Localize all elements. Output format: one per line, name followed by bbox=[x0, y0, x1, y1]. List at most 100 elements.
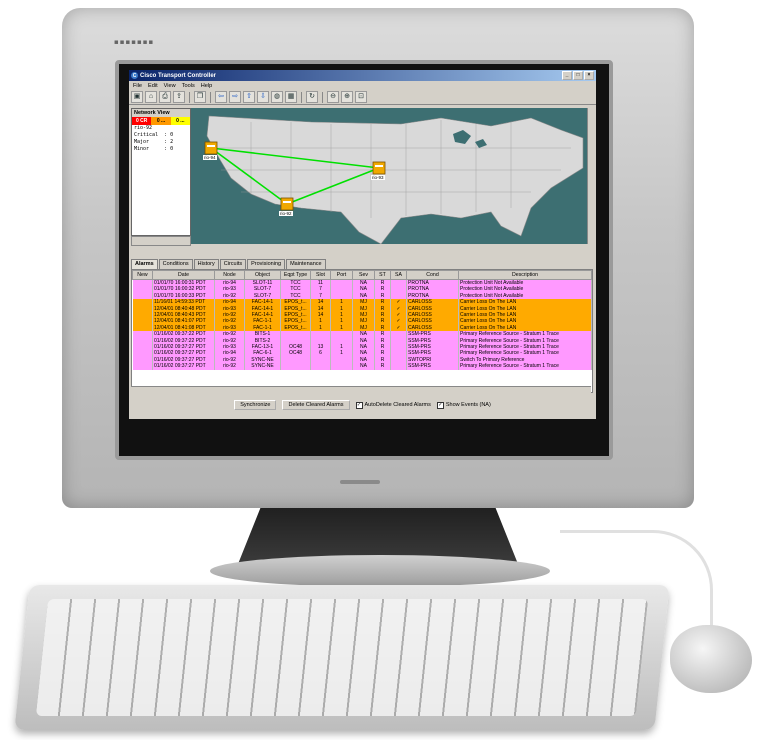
node-rio-93-icon[interactable] bbox=[372, 161, 386, 175]
lock-icon[interactable]: ⌂ bbox=[145, 91, 157, 103]
network-map[interactable]: rio-94 rio-93 rio-92 bbox=[191, 108, 587, 244]
toolbar-separator bbox=[189, 91, 190, 103]
grid-icon[interactable]: ▦ bbox=[285, 91, 297, 103]
node-label-rio-92: rio-92 bbox=[279, 211, 293, 216]
show-events-label: Show Events (NA) bbox=[445, 402, 491, 408]
column-header-eqpt-type[interactable]: Eqpt Type bbox=[280, 270, 311, 280]
minimize-button[interactable]: _ bbox=[562, 71, 572, 80]
tab-circuits[interactable]: Circuits bbox=[219, 259, 247, 269]
up-arrow-icon[interactable]: ⇧ bbox=[243, 91, 255, 103]
table-row[interactable]: 01/16/02 09:37:27 PDT rio-94 FAC-6-1 OC48 6 1… bbox=[132, 350, 592, 357]
column-header-port[interactable]: Port bbox=[330, 270, 353, 280]
tab-maintenance[interactable]: Maintenance bbox=[286, 259, 326, 269]
autodelete-option[interactable]: ✓ AutoDelete Cleared Alarms bbox=[355, 401, 431, 409]
cell-date: 01/16/02 09:37:27 PDT bbox=[152, 350, 215, 357]
export-icon[interactable]: ⇪ bbox=[173, 91, 185, 103]
node-rio-94-icon[interactable] bbox=[204, 141, 218, 155]
menu-file[interactable]: File bbox=[133, 83, 142, 89]
critical-count-badge[interactable]: 0 CR bbox=[132, 117, 152, 125]
tab-provisioning[interactable]: Provisioning bbox=[247, 259, 286, 269]
cell-port bbox=[330, 363, 353, 370]
open-node-icon[interactable]: ▣ bbox=[131, 91, 143, 103]
node-rio-92-icon[interactable] bbox=[280, 197, 294, 211]
show-events-option[interactable]: ✓ Show Events (NA) bbox=[436, 401, 491, 409]
alarms-header-row: New Date Node Object Eqpt Type Slot Port… bbox=[132, 270, 592, 280]
table-row[interactable]: 01/16/02 09:37:27 PDT rio-92 SYNC-NE NA R SSM… bbox=[132, 363, 592, 370]
column-header-date[interactable]: Date bbox=[152, 270, 215, 280]
minor-count-badge[interactable]: 0 ... bbox=[170, 117, 190, 125]
monitor-chin-logo bbox=[340, 480, 380, 484]
cell-date: 01/16/02 09:37:27 PDT bbox=[152, 363, 215, 370]
keyboard bbox=[14, 585, 670, 730]
cell-sa bbox=[390, 279, 407, 287]
column-header-sa[interactable]: SA bbox=[390, 270, 407, 280]
cell-date: 01/16/02 09:37:22 PDT bbox=[152, 331, 215, 338]
map-vscroll[interactable] bbox=[587, 108, 596, 244]
node-label-rio-94: rio-94 bbox=[203, 155, 217, 160]
column-header-slot[interactable]: Slot bbox=[310, 270, 331, 280]
network-view-icon[interactable]: ◍ bbox=[271, 91, 283, 103]
cell-port bbox=[330, 279, 353, 287]
menu-tools[interactable]: Tools bbox=[182, 83, 195, 89]
tab-conditions[interactable]: Conditions bbox=[158, 259, 193, 269]
down-arrow-icon[interactable]: ⇩ bbox=[257, 91, 269, 103]
column-header-description[interactable]: Description bbox=[458, 270, 592, 280]
copy-icon[interactable]: ❐ bbox=[194, 91, 206, 103]
refresh-icon[interactable]: ↻ bbox=[306, 91, 318, 103]
back-arrow-icon[interactable]: ⇦ bbox=[215, 91, 227, 103]
menu-edit[interactable]: Edit bbox=[148, 83, 158, 89]
column-header-new[interactable]: New bbox=[132, 270, 153, 280]
show-events-checkbox[interactable]: ✓ bbox=[436, 401, 444, 409]
tab-strip: Alarms Conditions History Circuits Provi… bbox=[131, 259, 326, 269]
alarms-hscroll[interactable] bbox=[131, 386, 591, 393]
title-bar[interactable]: C Cisco Transport Controller _ □ × bbox=[129, 70, 596, 81]
tab-history[interactable]: History bbox=[193, 259, 219, 269]
menu-view[interactable]: View bbox=[164, 83, 176, 89]
column-header-object[interactable]: Object bbox=[244, 270, 281, 280]
cell-cond: PROTNA bbox=[406, 279, 459, 287]
table-row[interactable]: 01/16/02 09:37:22 PDT rio-92 BITS-1 NA R SSM-… bbox=[132, 331, 592, 338]
zoom-out-icon[interactable]: ⊖ bbox=[327, 91, 339, 103]
major-count-badge[interactable]: 0 ... bbox=[151, 117, 171, 125]
monitor-brand-logo: ▪▪▪▪▪▪▪ bbox=[114, 38, 155, 46]
alarms-body: 01/01/70 16:00:31 PDT rio-94 SLOT-11 TCC 11 N… bbox=[132, 279, 592, 370]
network-view-panel: Network View 0 CR 0 ... 0 ... rio-92 Cri… bbox=[131, 108, 191, 236]
selected-node-name: rio-92 bbox=[134, 125, 153, 131]
close-button[interactable]: × bbox=[584, 71, 594, 80]
toolbar-separator bbox=[210, 91, 211, 103]
tab-alarms[interactable]: Alarms bbox=[131, 259, 158, 269]
cell-date: 11/16/01 14:59:33 PDT bbox=[152, 299, 215, 306]
cell-eqpt-type bbox=[280, 363, 311, 370]
column-header-st[interactable]: ST bbox=[374, 270, 391, 280]
column-header-cond[interactable]: Cond bbox=[406, 270, 459, 280]
network-view-hscroll[interactable] bbox=[131, 236, 191, 246]
autodelete-checkbox[interactable]: ✓ bbox=[355, 401, 363, 409]
synchronize-button[interactable]: Synchronize bbox=[234, 400, 277, 410]
cell-eqpt-type: EPOS_t... bbox=[280, 324, 311, 332]
keyboard-keys bbox=[35, 599, 649, 716]
cell-eqpt-type: EPOS_t... bbox=[280, 318, 311, 325]
column-header-node[interactable]: Node bbox=[214, 270, 245, 280]
us-map bbox=[204, 115, 584, 244]
critical-count: Critical : 0 bbox=[134, 132, 174, 138]
menu-bar: File Edit View Tools Help bbox=[129, 81, 596, 90]
menu-help[interactable]: Help bbox=[201, 83, 213, 89]
severity-summary: 0 CR 0 ... 0 ... bbox=[132, 117, 190, 125]
zoom-area-icon[interactable]: ⊡ bbox=[355, 91, 367, 103]
cell-eqpt-type: EPOS_t... bbox=[280, 299, 311, 306]
cell-description: Protection Unit Not Available bbox=[458, 279, 592, 287]
forward-arrow-icon[interactable]: ⇨ bbox=[229, 91, 241, 103]
column-header-sev[interactable]: Sev bbox=[352, 270, 375, 280]
table-row[interactable]: 01/01/70 16:00:31 PDT rio-94 SLOT-11 TCC 11 N… bbox=[132, 279, 592, 287]
alarms-actions: Synchronize Delete Cleared Alarms ✓ Auto… bbox=[129, 396, 596, 414]
cell-sa bbox=[390, 363, 407, 370]
delete-cleared-alarms-button[interactable]: Delete Cleared Alarms bbox=[282, 400, 350, 410]
zoom-in-icon[interactable]: ⊕ bbox=[341, 91, 353, 103]
print-icon[interactable]: ⎙ bbox=[159, 91, 171, 103]
cell-slot: 11 bbox=[310, 279, 331, 287]
cell-object: SLOT-11 bbox=[244, 279, 281, 287]
table-row[interactable]: 01/01/70 16:00:32 PDT rio-93 SLOT-7 TCC 7 NA R… bbox=[132, 286, 592, 293]
maximize-button[interactable]: □ bbox=[573, 71, 583, 80]
cell-sev: NA bbox=[352, 279, 375, 287]
window-title: Cisco Transport Controller bbox=[140, 72, 217, 79]
